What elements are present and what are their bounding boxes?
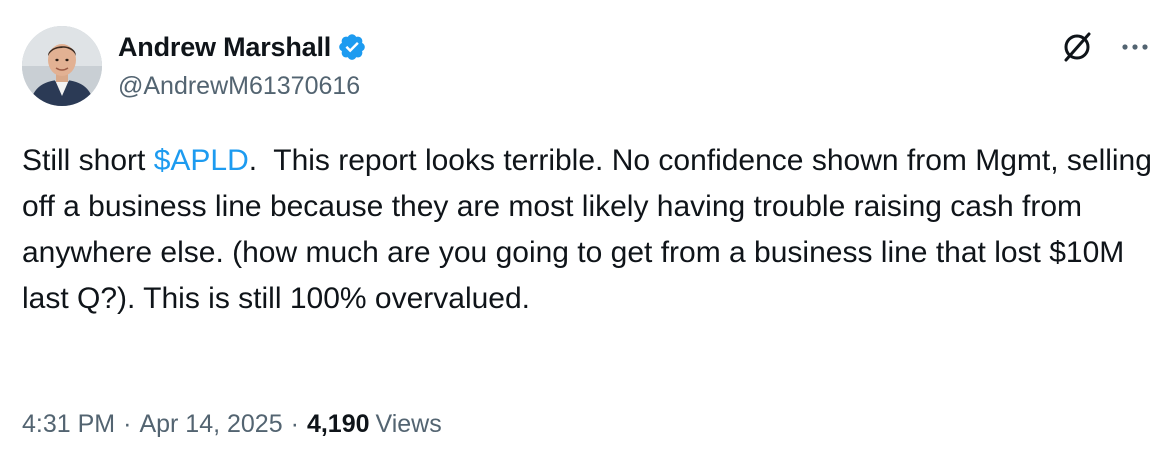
tweet-card: Andrew Marshall @AndrewM61370616 Still s… [0,0,1174,468]
author-name-row: Andrew Marshall [118,30,367,64]
avatar-image [22,26,102,106]
more-options-icon[interactable] [1116,32,1154,62]
tweet-text: Still short $APLD. This report looks ter… [22,138,1152,322]
tweet-meta: 4:31 PM · Apr 14, 2025 · 4,190 Views [22,410,442,439]
avatar[interactable] [22,26,102,106]
grok-icon[interactable] [1060,30,1094,64]
meta-separator: · [123,410,132,438]
meta-separator: · [290,410,299,438]
author-handle[interactable]: @AndrewM61370616 [118,72,360,101]
author-name[interactable]: Andrew Marshall [118,32,331,63]
cashtag-link[interactable]: $APLD [154,144,249,177]
tweet-date[interactable]: Apr 14, 2025 [139,410,282,439]
verified-badge-icon[interactable] [337,32,367,62]
tweet-time[interactable]: 4:31 PM [22,410,115,439]
tweet-text-start: Still short [22,144,154,177]
views-label: Views [375,410,442,438]
views-count: 4,190 [306,410,370,438]
